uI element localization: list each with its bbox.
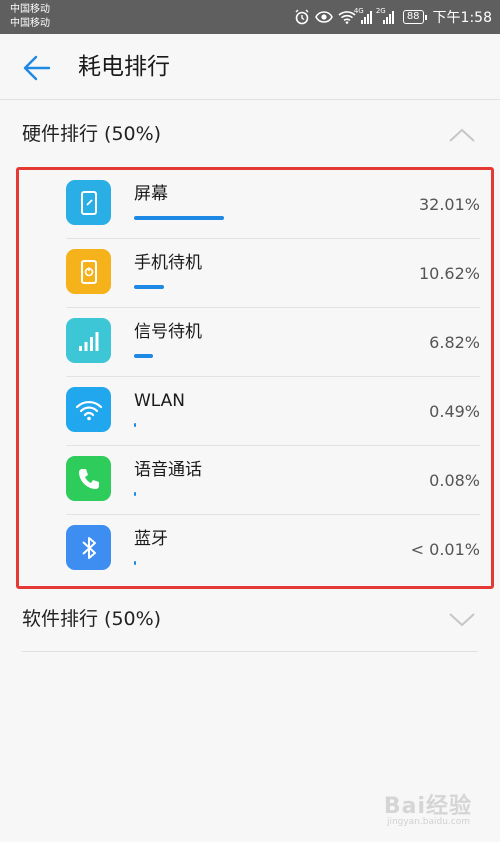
item-percent: 0.08%: [429, 471, 480, 490]
wifi-icon-tile: [66, 387, 111, 432]
item-name: 蓝牙: [134, 529, 168, 549]
back-button[interactable]: [22, 54, 52, 82]
list-item-signal-standby[interactable]: 信号待机 6.82%: [0, 308, 500, 377]
hardware-list: 屏幕 32.01% 手机待机 10.62% 信号待机 6.82% WLAN 0.…: [0, 170, 500, 584]
list-item-voice-call[interactable]: 语音通话 0.08%: [0, 446, 500, 515]
item-name: WLAN: [134, 391, 186, 411]
item-percent: < 0.01%: [410, 540, 480, 559]
battery-icon: 88: [402, 10, 427, 24]
bluetooth-icon: [81, 536, 96, 559]
item-percent: 10.62%: [418, 264, 480, 283]
list-item-bluetooth[interactable]: 蓝牙 < 0.01%: [0, 515, 500, 584]
chevron-up-icon: [449, 128, 475, 142]
phone-call-icon: [78, 468, 99, 489]
signal-2-icon: 2G: [376, 7, 394, 24]
arrow-left-icon: [23, 55, 51, 81]
hardware-section-label: 硬件排行 (50%): [22, 123, 162, 145]
watermark-logo: Bai经验: [383, 794, 472, 819]
page-title: 耗电排行: [78, 54, 170, 80]
divider: [22, 651, 478, 652]
status-bar: 中国移动 中国移动 4G 2G 88 下午1:58: [0, 0, 500, 34]
software-section-label: 软件排行 (50%): [22, 608, 162, 630]
signal-bars-icon: [78, 331, 98, 351]
carrier-1: 中国移动: [10, 4, 50, 15]
item-name: 信号待机: [134, 322, 202, 342]
hardware-section-header[interactable]: 硬件排行 (50%): [0, 105, 500, 165]
status-icons: 4G 2G 88 下午1:58: [294, 7, 492, 27]
eye-icon: [314, 11, 333, 23]
signal-bars-icon-tile: [66, 318, 111, 363]
software-section-header[interactable]: 软件排行 (50%): [0, 590, 500, 650]
item-name: 语音通话: [134, 460, 202, 480]
phone-standby-icon-tile: [66, 249, 111, 294]
screen-icon: [80, 190, 97, 215]
watermark-url: jingyan.baidu.com: [386, 817, 470, 827]
usage-bar: [134, 285, 164, 289]
item-percent: 0.49%: [429, 402, 480, 421]
phone-call-icon-tile: [66, 456, 111, 501]
bluetooth-icon-tile: [66, 525, 111, 570]
item-name: 屏幕: [134, 184, 168, 204]
phone-standby-icon: [80, 259, 97, 284]
list-item-phone-standby[interactable]: 手机待机 10.62%: [0, 239, 500, 308]
signal-1-icon: 4G: [354, 7, 372, 24]
screen-icon-tile: [66, 180, 111, 225]
usage-bar: [134, 561, 136, 565]
alarm-icon: [295, 9, 309, 25]
chevron-down-icon: [449, 613, 475, 627]
usage-bar: [134, 423, 136, 427]
usage-bar: [134, 492, 136, 496]
item-name: 手机待机: [134, 253, 202, 273]
wifi-icon: [75, 400, 102, 420]
usage-bar: [134, 216, 224, 220]
item-percent: 32.01%: [418, 195, 480, 214]
app-bar: 耗电排行: [0, 34, 500, 100]
list-item-screen[interactable]: 屏幕 32.01%: [0, 170, 500, 239]
status-time: 下午1:58: [432, 10, 492, 26]
carrier-2: 中国移动: [10, 18, 50, 29]
list-item-wlan[interactable]: WLAN 0.49%: [0, 377, 500, 446]
item-percent: 6.82%: [429, 333, 480, 352]
usage-bar: [134, 354, 153, 358]
